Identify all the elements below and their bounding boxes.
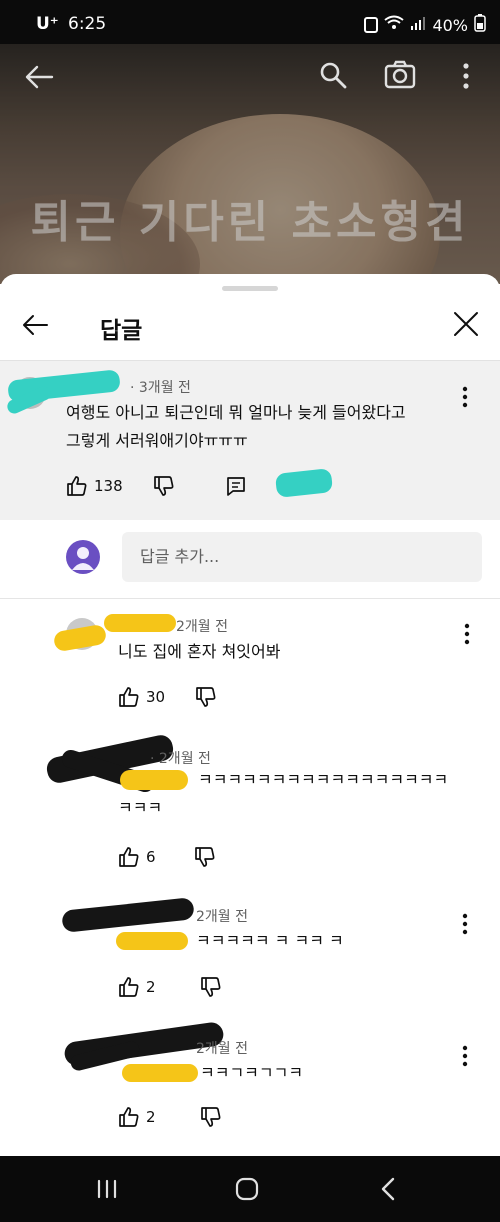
thumb-down-icon[interactable] [195, 686, 217, 708]
add-reply-input[interactable]: 답글 추가... [122, 532, 482, 582]
reply-text: 니도 집에 혼자 쳐잇어봐 [118, 642, 281, 661]
thumb-up-icon[interactable] [118, 1106, 140, 1128]
reply-text-line2: ㅋㅋㅋ [118, 798, 163, 817]
close-icon[interactable] [452, 310, 480, 338]
redaction-mark [116, 932, 188, 950]
arrow-left-icon[interactable] [20, 310, 50, 340]
status-icons: 40% [364, 14, 486, 36]
notification-icon [364, 17, 379, 33]
reply-item: 2개월 전 ㅋㅋㄱㅋㄱㄱㅋ 2 [0, 1020, 500, 1150]
reply-item: 2개월 전 ㅋㅋㅋㅋㅋ ㅋ ㅋㅋ ㅋ 2 [0, 897, 500, 1020]
reply-actions: 6 [118, 846, 216, 868]
status-bar: U⁺ 6:25 40% [0, 0, 500, 44]
like-count: 30 [146, 688, 166, 706]
arrow-left-icon[interactable] [22, 60, 56, 94]
video-top-bar [0, 44, 500, 110]
reply-time: 2개월 전 [196, 1041, 248, 1057]
signal-icon [410, 16, 426, 35]
carrier-label: U⁺ [36, 14, 59, 34]
home-icon[interactable] [232, 1174, 262, 1204]
thumb-up-icon[interactable] [118, 846, 140, 868]
more-vert-icon[interactable] [458, 912, 472, 936]
reply-text: ㅋㅋㄱㅋㄱㄱㅋ [200, 1063, 304, 1082]
comment-icon[interactable] [225, 475, 247, 497]
replies-sheet: 답글 · 3개월 전 여행도 아니고 퇴근인데 뭐 얼마나 늦게 들어왔다고 그… [0, 274, 500, 1154]
thumb-up-icon[interactable] [66, 475, 88, 497]
thumb-up-icon[interactable] [118, 686, 140, 708]
recent-apps-icon[interactable] [92, 1174, 122, 1204]
video-player[interactable]: 퇴근 기다린 초소형견 [0, 44, 500, 284]
more-vert-icon[interactable] [458, 62, 474, 90]
sheet-drag-handle[interactable] [222, 286, 278, 291]
add-reply-row: 답글 추가... [0, 520, 500, 599]
thumb-down-icon[interactable] [194, 846, 216, 868]
back-icon[interactable] [374, 1174, 404, 1204]
like-count: 6 [146, 848, 156, 866]
comment-actions: 138 [66, 475, 247, 497]
reply-actions: 2 [118, 1106, 222, 1128]
thumb-down-icon[interactable] [200, 976, 222, 998]
comment-text-line1: 여행도 아니고 퇴근인데 뭐 얼마나 늦게 들어왔다고 [66, 403, 406, 422]
search-icon[interactable] [318, 60, 348, 90]
sheet-title: 답글 [100, 318, 143, 344]
like-count: 2 [146, 978, 156, 996]
more-vert-icon[interactable] [458, 1044, 472, 1068]
parent-comment: · 3개월 전 여행도 아니고 퇴근인데 뭐 얼마나 늦게 들어왔다고 그렇게 … [0, 360, 500, 521]
system-nav-bar [0, 1156, 500, 1222]
battery-icon [474, 14, 486, 36]
reply-time: 2개월 전 [176, 619, 228, 635]
status-time: 6:25 [68, 14, 107, 34]
like-count: 138 [94, 477, 123, 495]
redaction-mark [52, 623, 108, 653]
comment-text-line2: 그렇게 서러워애기야ㅠㅠㅠ [66, 431, 248, 450]
thumb-up-icon[interactable] [118, 976, 140, 998]
comment-time: · 3개월 전 [130, 380, 191, 396]
reply-item: 2개월 전 니도 집에 혼자 쳐잇어봐 30 [0, 610, 500, 730]
video-caption: 퇴근 기다린 초소형견 [30, 197, 470, 248]
reply-item: · 2개월 전 ㅋㅋㅋㅋㅋㅋㅋㅋㅋㅋㅋㅋㅋㅋㅋㅋㅋ ㅋㅋㅋ 6 [0, 732, 500, 890]
thumb-down-icon[interactable] [200, 1106, 222, 1128]
reply-time: 2개월 전 [196, 909, 248, 925]
more-vert-icon[interactable] [458, 385, 472, 409]
redaction-mark [61, 897, 195, 933]
thumb-down-icon[interactable] [153, 475, 175, 497]
avatar [66, 540, 100, 574]
sheet-header: 답글 [0, 302, 500, 358]
more-vert-icon[interactable] [460, 622, 474, 646]
reply-text-line1: ㅋㅋㅋㅋㅋㅋㅋㅋㅋㅋㅋㅋㅋㅋㅋㅋㅋ [198, 770, 449, 789]
camera-icon[interactable] [384, 60, 416, 90]
reply-time: · 2개월 전 [150, 751, 211, 767]
reply-actions: 2 [118, 976, 222, 998]
like-count: 2 [146, 1108, 156, 1126]
reply-actions: 30 [118, 686, 217, 708]
reply-text: ㅋㅋㅋㅋㅋ ㅋ ㅋㅋ ㅋ [196, 931, 344, 950]
redaction-mark [120, 770, 188, 790]
redaction-mark [122, 1064, 198, 1082]
wifi-icon [384, 15, 405, 35]
redaction-mark [274, 468, 334, 498]
battery-label: 40% [432, 15, 468, 35]
redaction-mark [104, 614, 176, 632]
